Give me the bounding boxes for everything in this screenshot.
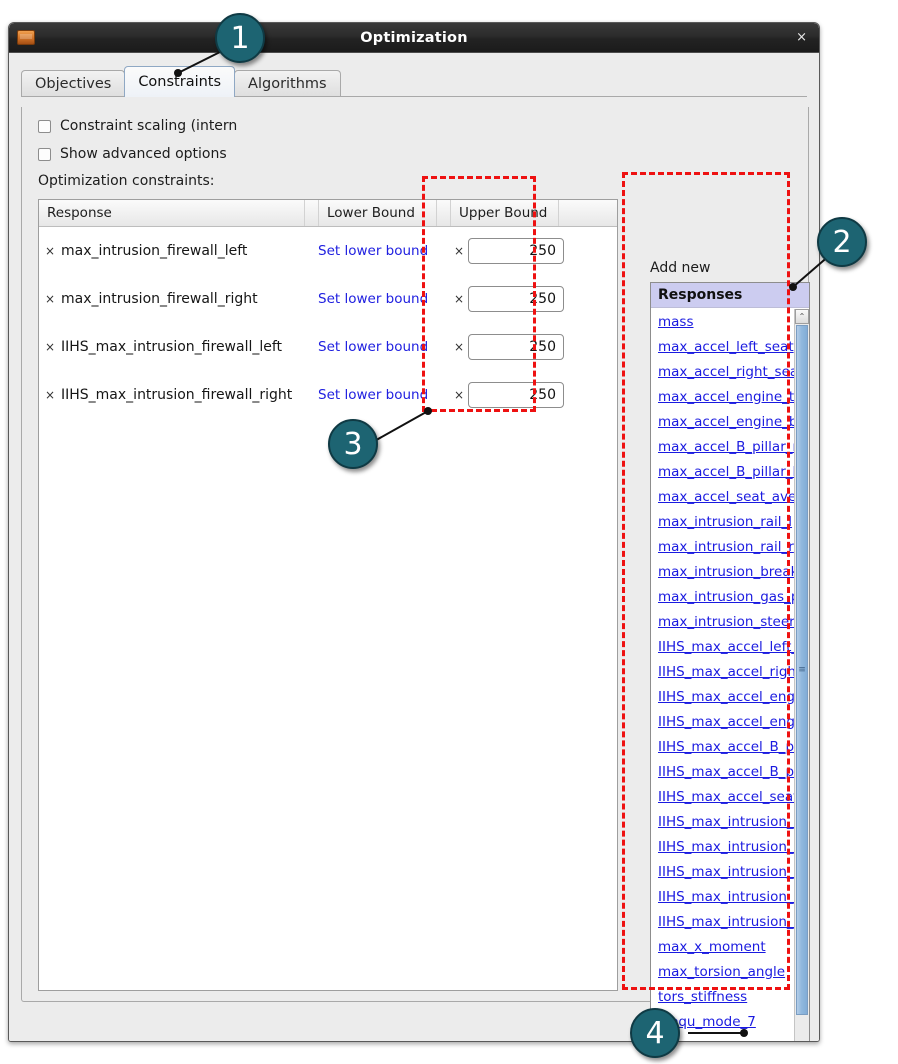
annotation-marker-4: 4 [630, 1008, 680, 1058]
annotation-marker-1: 1 [215, 13, 265, 63]
annotation-leader-lines [174, 43, 839, 1037]
annotation-marker-2: 2 [817, 217, 867, 267]
annotation-marker-3: 3 [328, 419, 378, 469]
screenshot-root: Optimization × Objectives Constraints Al… [0, 0, 898, 1064]
